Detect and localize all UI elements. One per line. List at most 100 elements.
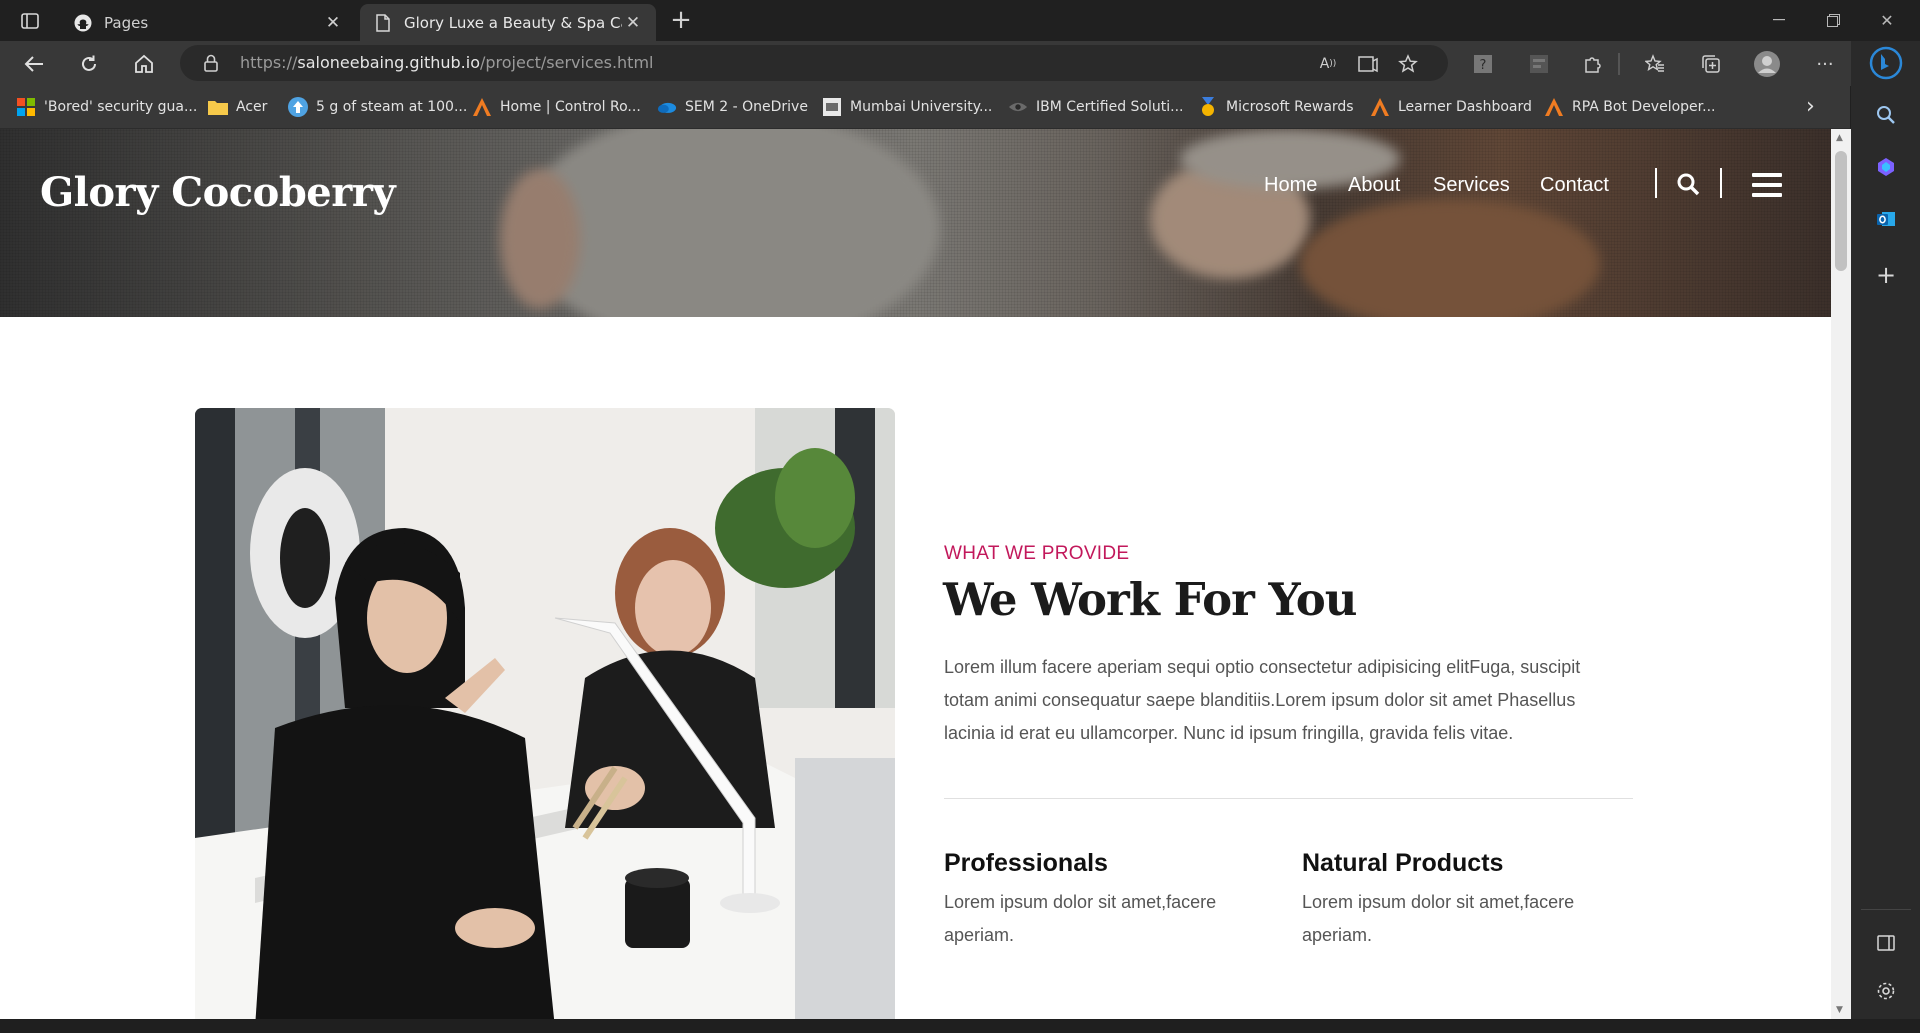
hide-sidebar-icon[interactable] <box>1868 925 1904 961</box>
bookmark-item[interactable]: Home | Control Ro... <box>472 95 641 119</box>
reader-view-icon[interactable] <box>1356 52 1380 76</box>
tab-actions-icon[interactable] <box>16 8 44 34</box>
university-icon <box>822 97 842 117</box>
bookmark-item[interactable]: Mumbai University... <box>822 95 992 119</box>
restore-icon[interactable] <box>1810 6 1856 34</box>
lock-icon[interactable] <box>204 54 218 76</box>
home-icon[interactable] <box>128 48 160 80</box>
page-scrollbar[interactable]: ▲ ▼ <box>1831 129 1851 1019</box>
microsoft-icon <box>16 97 36 117</box>
read-aloud-icon[interactable]: A)) <box>1316 52 1340 76</box>
search-icon[interactable] <box>1868 97 1904 133</box>
bookmark-item[interactable]: Acer <box>208 95 267 119</box>
feature-title: Natural Products <box>1302 849 1504 877</box>
nav-divider <box>1720 168 1722 198</box>
feature-natural-products: Natural Products Lorem ipsum dolor sit a… <box>1302 849 1622 952</box>
upload-icon <box>288 97 308 117</box>
site-logo[interactable]: Glory Cocoberry <box>40 169 396 216</box>
nav-services-wrap: Services <box>1433 174 1510 197</box>
bookmark-label: Home | Control Ro... <box>500 99 641 115</box>
url-host: saloneebaing.github.io <box>297 53 480 72</box>
tab-pages[interactable]: Pages ✕ <box>60 4 356 41</box>
paragraph-line: Lorem illum facere aperiam sequi optio c… <box>944 657 1581 677</box>
scrollbar-thumb[interactable] <box>1835 151 1847 271</box>
paragraph-line: lacinia id erat eu ullamcorper. Nunc id … <box>944 723 1514 743</box>
tab-services[interactable]: Glory Luxe a Beauty & Spa Categ ✕ <box>360 4 656 41</box>
hero-banner: Glory Cocoberry Home About Services Cont… <box>0 129 1831 317</box>
bookmark-label: RPA Bot Developer... <box>1572 99 1716 115</box>
page-icon <box>374 13 392 32</box>
extension-icon[interactable] <box>1524 49 1554 79</box>
back-icon[interactable] <box>18 48 50 80</box>
scroll-down-icon[interactable]: ▼ <box>1836 1005 1843 1015</box>
close-tab-icon[interactable]: ✕ <box>322 12 344 34</box>
bookmark-label: 'Bored' security gua... <box>44 99 198 115</box>
triangle-logo-icon <box>1544 97 1564 117</box>
new-tab-icon[interactable]: + <box>668 7 694 34</box>
sidebar-settings-icon[interactable] <box>1868 973 1904 1009</box>
url-scheme: https:// <box>240 53 298 72</box>
chevron-right-icon[interactable]: › <box>1806 94 1815 119</box>
favorites-icon[interactable] <box>1640 49 1670 79</box>
nav-contact-wrap: Contact <box>1540 174 1609 197</box>
bing-chat-icon[interactable] <box>1868 45 1904 81</box>
nav-services[interactable]: Services <box>1433 174 1510 197</box>
tab-title: Glory Luxe a Beauty & Spa Categ <box>404 13 622 32</box>
feature-line: aperiam. <box>1302 925 1373 945</box>
add-sidebar-app-icon[interactable]: + <box>1868 257 1904 293</box>
taskbar-edge <box>0 1019 1920 1033</box>
profile-avatar-icon[interactable] <box>1752 49 1782 79</box>
scroll-up-icon[interactable]: ▲ <box>1836 133 1843 143</box>
tab-title: Pages <box>104 13 149 32</box>
extensions-puzzle-icon[interactable] <box>1578 49 1608 79</box>
bookmark-label: 5 g of steam at 100... <box>316 99 468 115</box>
section-divider <box>944 798 1633 799</box>
copilot-icon[interactable] <box>1868 149 1904 185</box>
nav-about[interactable]: About <box>1348 174 1400 197</box>
nav-about-wrap: About <box>1348 174 1400 197</box>
triangle-logo-icon <box>1370 97 1390 117</box>
bookmark-item[interactable]: 5 g of steam at 100... <box>288 95 467 119</box>
feature-text: Lorem ipsum dolor sit amet,facere aperiam… <box>1302 886 1622 952</box>
add-favorite-icon[interactable] <box>1396 52 1420 76</box>
bookmark-label: Microsoft Rewards <box>1226 99 1354 115</box>
bookmark-item[interactable]: RPA Bot Developer... <box>1544 95 1715 119</box>
bookmark-item[interactable]: Learner Dashboard <box>1370 95 1532 119</box>
sidebar-divider <box>1861 909 1911 910</box>
favorites-bar: 'Bored' security gua... Acer 5 g of stea… <box>0 86 1850 129</box>
bookmark-label: Acer <box>236 99 268 115</box>
ibm-icon <box>1008 97 1028 117</box>
url-path: /project/services.html <box>479 53 654 72</box>
refresh-icon[interactable] <box>73 48 105 80</box>
browser-toolbar: https://saloneebaing.github.io/project/s… <box>0 41 1920 86</box>
section-paragraph: Lorem illum facere aperiam sequi optio c… <box>944 651 1644 750</box>
bookmark-item[interactable]: Microsoft Rewards <box>1198 95 1354 119</box>
bookmark-item[interactable]: IBM Certified Soluti... <box>1008 95 1184 119</box>
feature-line: aperiam. <box>944 925 1015 945</box>
close-tab-icon[interactable]: ✕ <box>622 12 644 34</box>
address-bar[interactable]: https://saloneebaing.github.io/project/s… <box>180 45 1448 81</box>
search-icon[interactable] <box>1676 172 1702 198</box>
bookmark-label: SEM 2 - OneDrive <box>685 99 808 115</box>
paragraph-line: totam animi consequatur saepe blanditiis… <box>944 690 1576 710</box>
feature-line: Lorem ipsum dolor sit amet,facere <box>1302 892 1575 912</box>
minimize-icon[interactable] <box>1756 6 1802 34</box>
onedrive-icon <box>657 97 677 117</box>
salon-photo <box>195 408 895 1019</box>
bookmark-label: IBM Certified Soluti... <box>1036 99 1184 115</box>
section-heading: We Work For You <box>943 573 1357 626</box>
tab-strip: Pages ✕ Glory Luxe a Beauty & Spa Categ … <box>0 0 1920 41</box>
nav-home[interactable]: Home <box>1264 174 1317 197</box>
bookmark-item[interactable]: 'Bored' security gua... <box>16 95 197 119</box>
help-extension-icon[interactable]: ? <box>1468 49 1498 79</box>
nav-home-wrap: Home <box>1264 174 1317 197</box>
outlook-icon[interactable] <box>1868 201 1904 237</box>
collections-icon[interactable] <box>1696 49 1726 79</box>
feature-title: Professionals <box>944 849 1108 877</box>
hamburger-menu-icon[interactable] <box>1752 173 1782 197</box>
more-options-icon[interactable]: ··· <box>1810 49 1840 79</box>
bookmark-item[interactable]: SEM 2 - OneDrive <box>657 95 808 119</box>
nav-contact[interactable]: Contact <box>1540 174 1609 197</box>
url-text: https://saloneebaing.github.io/project/s… <box>240 53 653 72</box>
close-window-icon[interactable]: ✕ <box>1864 6 1910 34</box>
